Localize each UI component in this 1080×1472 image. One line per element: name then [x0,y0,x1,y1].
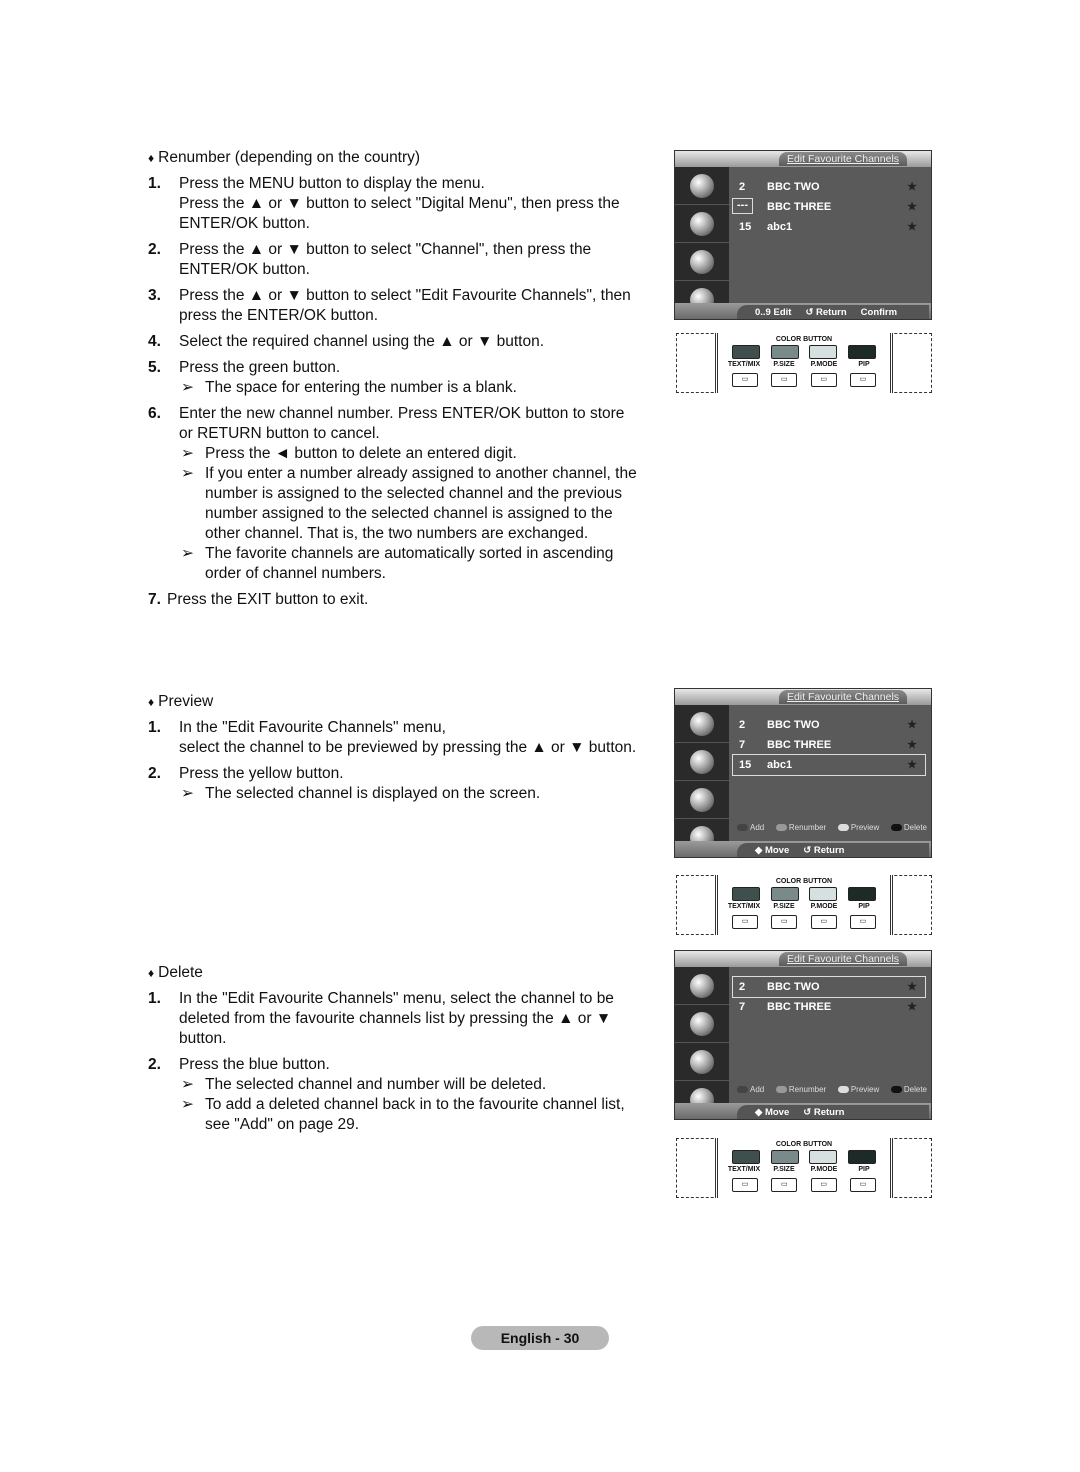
screen-title: Edit Favourite Channels [779,152,907,166]
channel-row[interactable]: 7 BBC THREE ★ [733,735,925,755]
channel-row[interactable]: 15 abc1 ★ [733,217,925,237]
number-entry-field: --- [732,198,753,214]
picture-icon [675,705,729,743]
favourite-star-icon: ★ [907,181,917,193]
channel-row[interactable]: 2 BBC TWO ★ [733,177,925,197]
section-preview: ♦ Preview 1. In the "Edit Favourite Channe… [148,692,638,804]
setup-gear-icon [675,1043,729,1081]
channel-row-selected[interactable]: 2 BBC TWO ★ [732,976,926,998]
favourite-star-icon: ★ [907,221,917,233]
note: ➢ The favorite channels are automatically… [181,545,614,582]
note: ➢ If you enter a number already assigned … [181,465,637,542]
step: 4. Select the required channel using the … [148,333,545,350]
step: 1. In the "Edit Favourite Channels" menu,… [148,990,614,1047]
note: ➢ Press the ◄ button to delete an entered… [181,445,517,462]
tv-screen-delete: Edit Favourite Channels 2 BBC TWO ★ 7 BBC T… [674,950,932,1120]
setup-gear-icon [675,243,729,281]
channel-row-editing[interactable]: --- BBC THREE ★ [732,197,925,217]
sound-icon [675,1005,729,1043]
channel-row[interactable]: 2 BBC TWO ★ [733,715,925,735]
section-title: ♦ Delete [148,964,203,981]
step: 5. Press the green button. ➢ The space for… [148,358,638,398]
favourite-star-icon: ★ [907,201,917,213]
section-title: ♦ Preview [148,693,214,710]
note: ➢ The selected channel and number will be… [181,1076,547,1093]
step: 2. Press the yellow button. ➢ The selected… [148,764,638,804]
sound-icon [675,743,729,781]
menu-sidebar [675,167,729,319]
sound-icon [675,205,729,243]
section-title: ♦ Renumber (depending on the country) [148,149,421,166]
step: 2. Press the ▲ or ▼ button to select "Cha… [148,241,592,278]
step: 1. Press the MENU button to display the m… [148,175,620,232]
color-key-hints: Add Renumber Preview Delete [737,821,927,833]
tv-screen-preview: Edit Favourite Channels 2 BBC TWO ★ 7 BBC T… [674,688,932,858]
step: 1. In the "Edit Favourite Channels" menu,… [148,719,637,756]
screen-title: Edit Favourite Channels [779,690,907,704]
remote-illustration-yellow: COLOR BUTTON TEXT/MIX P.SIZE P.MODE PIP ▭ ▭ ▭… [676,875,932,935]
note: ➢ The selected channel is displayed on th… [181,785,541,802]
screen-title: Edit Favourite Channels [779,952,907,966]
note: ➢ To add a deleted channel back in to the… [181,1096,625,1133]
channel-list: 2 BBC TWO ★ --- BBC THREE ★ 15 abc1 ★ [732,177,925,237]
remote-illustration-green: COLOR BUTTON TEXT/MIX P.SIZE P.MODE PIP ▭ ▭ ▭… [676,333,932,393]
picture-icon [675,167,729,205]
step: 3. Press the ▲ or ▼ button to select "Edi… [148,287,631,324]
channel-row[interactable]: 7 BBC THREE ★ [733,997,925,1017]
screen-footer: 0..9 Edit ↺ Return Confirm [737,305,929,319]
note: ➢ The space for entering the number is a … [181,379,517,396]
channel-row-selected[interactable]: 15 abc1 ★ [732,754,926,776]
step: 7. Press the EXIT button to exit. [148,591,369,608]
step: 2. Press the blue button. ➢ The selected c… [148,1055,638,1135]
picture-icon [675,967,729,1005]
section-delete: ♦ Delete 1. In the "Edit Favourite Channel… [148,963,638,1135]
section-renumber: ♦ Renumber (depending on the country) 1. P… [148,148,638,610]
step: 6. Enter the new channel number. Press EN… [148,405,637,582]
setup-gear-icon [675,781,729,819]
page-number-label: English - 30 [471,1326,609,1350]
tv-screen-renumber: Edit Favourite Channels 2 BBC TWO ★ --- BBC… [674,150,932,320]
remote-illustration-blue: COLOR BUTTON TEXT/MIX P.SIZE P.MODE PIP ▭ ▭ ▭… [676,1138,932,1198]
